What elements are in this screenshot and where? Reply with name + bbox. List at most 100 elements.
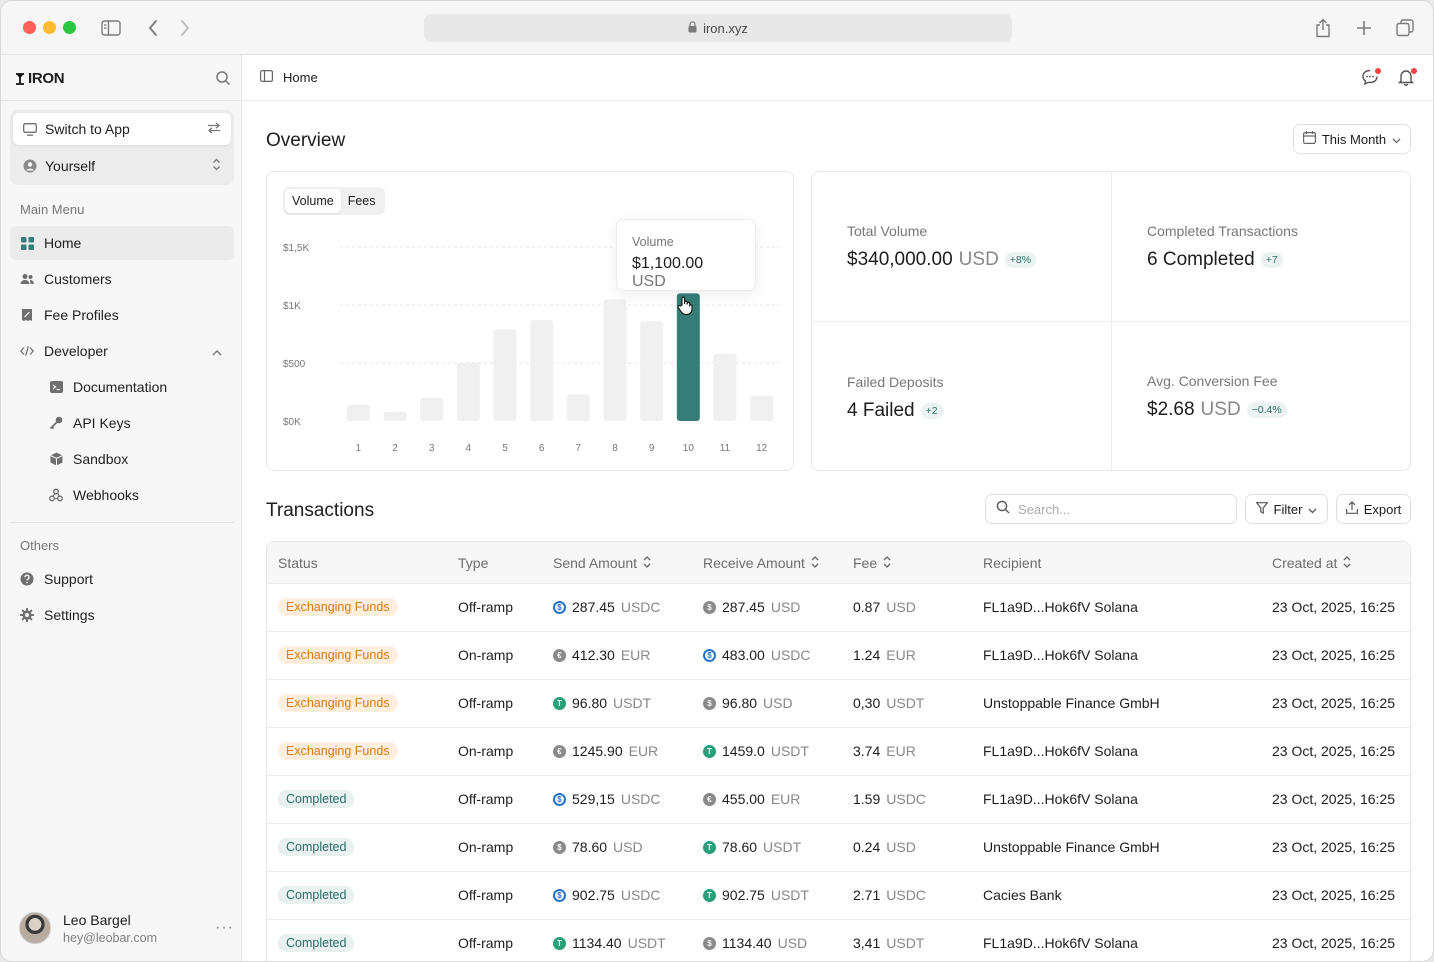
filter-button[interactable]: Filter [1245, 494, 1328, 524]
lock-icon [688, 20, 697, 36]
created-at-cell: 23 Oct, 2025, 16:25 [1272, 647, 1395, 663]
chart-bar[interactable] [456, 363, 480, 421]
volume-chart-card: $0K $500 $1K $1,5K 1 2 3 4 5 6 7 8 9 10 11 12 Volume Fe… [266, 171, 794, 471]
swap-arrows-icon [207, 121, 221, 137]
sidebar-item-fee-profiles[interactable]: Fee Profiles [10, 298, 234, 332]
usdt-coin-icon: T [703, 840, 716, 854]
send-amount-cell: $78.60 USD [553, 839, 643, 855]
brand-logo[interactable]: IRON [15, 70, 65, 87]
sidebar-item-home[interactable]: Home [10, 226, 234, 260]
usdc-coin-icon: $ [553, 888, 566, 902]
chart-bar[interactable] [383, 411, 407, 421]
column-header-recipient[interactable]: Recipient [983, 555, 1041, 571]
sidebar-item-label: Webhooks [73, 487, 139, 503]
sidebar-item-documentation[interactable]: Documentation [39, 370, 234, 404]
created-at-cell: 23 Oct, 2025, 16:25 [1272, 887, 1395, 903]
y-tick-label: $1,5K [283, 243, 309, 254]
sidebar-item-label: Developer [44, 343, 108, 359]
chart-bar[interactable] [640, 321, 664, 421]
sort-icon [1343, 555, 1351, 571]
table-row[interactable]: Exchanging Funds Off-ramp $287.45 USDC $287.… [267, 584, 1410, 632]
chart-bar[interactable] [346, 404, 370, 421]
sidebar-item-settings[interactable]: Settings [10, 598, 234, 632]
chart-bar[interactable] [493, 329, 517, 421]
fee-amount: 0,30 [853, 695, 881, 711]
chevron-down-icon [1308, 502, 1317, 517]
fee-cell: 3.74 EUR [853, 743, 916, 759]
export-button[interactable]: Export [1336, 494, 1411, 524]
chart-metric-toggle: Volume Fees [283, 187, 385, 215]
chart-bar[interactable] [603, 299, 627, 421]
stat-failed-deposits: Failed Deposits 4 Failed +2 [847, 374, 944, 422]
tab-overview-icon[interactable] [1393, 16, 1417, 40]
chart-bar[interactable] [713, 353, 737, 421]
minimize-window-button[interactable] [43, 21, 56, 34]
address-bar[interactable]: iron.xyz [424, 14, 1012, 42]
receive-amount: 455.00 [722, 791, 765, 807]
table-row[interactable]: Completed Off-ramp $529,15 USDC €455.00 EUR 1.… [267, 776, 1410, 824]
column-header-fee[interactable]: Fee [853, 555, 891, 571]
usd-coin-icon: $ [703, 696, 716, 710]
tab-volume[interactable]: Volume [285, 189, 341, 213]
bell-icon[interactable] [1397, 68, 1417, 88]
send-currency: USDT [627, 935, 666, 951]
sidebar-item-developer[interactable]: Developer [10, 334, 234, 368]
close-window-button[interactable] [23, 21, 36, 34]
share-icon[interactable] [1311, 16, 1335, 40]
sidebar-item-api-keys[interactable]: API Keys [39, 406, 234, 440]
workspace-switcher: Switch to App Yourself [10, 110, 234, 185]
sidebar-item-webhooks[interactable]: Webhooks [39, 478, 234, 512]
switch-to-app-button[interactable]: Switch to App [13, 113, 231, 145]
user-profile[interactable]: Leo Bargel hey@leobar.com ··· [19, 910, 234, 946]
created-at-cell: 23 Oct, 2025, 16:25 [1272, 839, 1395, 855]
sidebar-item-support[interactable]: Support [10, 562, 234, 596]
usdt-coin-icon: T [553, 936, 566, 950]
table-row[interactable]: Completed Off-ramp $902.75 USDC T 902.75 USDT 2… [267, 872, 1410, 920]
back-icon[interactable] [141, 16, 165, 40]
usdc-coin-icon: $ [553, 600, 566, 614]
table-row[interactable]: Exchanging Funds On-ramp €1245.90 EUR T 1459.… [267, 728, 1410, 776]
new-tab-icon[interactable] [1352, 16, 1376, 40]
send-currency: USD [613, 839, 643, 855]
search-icon[interactable] [215, 70, 233, 88]
chart-bar[interactable] [530, 320, 554, 421]
table-row[interactable]: Exchanging Funds Off-ramp T 96.80 USDT $96.80… [267, 680, 1410, 728]
filter-label: Filter [1273, 501, 1303, 517]
sidebar-item-label: Sandbox [73, 451, 129, 467]
column-header-receive-amount[interactable]: Receive Amount [703, 555, 819, 571]
sidebar-item-sandbox[interactable]: Sandbox [39, 442, 234, 476]
zoom-window-button[interactable] [63, 21, 76, 34]
column-header-type[interactable]: Type [458, 555, 488, 571]
sidebar-toggle-icon[interactable] [99, 16, 123, 40]
column-header-send-amount[interactable]: Send Amount [553, 555, 651, 571]
receive-currency: USD [770, 599, 801, 615]
chart-bar[interactable] [566, 394, 590, 421]
table-header: Status Type Send Amount Receive Amount F… [267, 542, 1410, 584]
stat-value: $2.68 [1147, 399, 1195, 420]
chat-icon[interactable] [1361, 68, 1381, 88]
column-header-status[interactable]: Status [278, 555, 318, 571]
more-options-icon[interactable]: ··· [215, 919, 234, 937]
send-currency: EUR [628, 743, 659, 759]
sidebar-item-customers[interactable]: Customers [10, 262, 234, 296]
chart-bar[interactable] [750, 395, 774, 421]
usd-coin-icon: $ [553, 840, 566, 854]
period-select[interactable]: This Month [1293, 124, 1411, 154]
fee-amount: 0.24 [853, 839, 881, 855]
fee-currency: USDC [886, 887, 926, 903]
send-amount-cell: T 1134.40 USDT [553, 935, 666, 951]
status-badge: Exchanging Funds [278, 598, 398, 616]
panel-toggle-icon[interactable] [260, 70, 274, 85]
tab-fees[interactable]: Fees [341, 189, 383, 213]
chart-bar[interactable] [420, 397, 444, 421]
search-input[interactable] [1018, 501, 1218, 517]
chevron-updown-icon [212, 158, 221, 174]
forward-icon[interactable] [173, 16, 197, 40]
stat-value: 4 Failed [847, 400, 915, 421]
table-row[interactable]: Completed On-ramp $78.60 USD T 78.60 USDT 0.24 U… [267, 824, 1410, 872]
column-header-created-at[interactable]: Created at [1272, 555, 1351, 571]
table-row[interactable]: Completed Off-ramp T 1134.40 USDT $1134.40 USD… [267, 920, 1410, 961]
table-row[interactable]: Exchanging Funds On-ramp €412.30 EUR $483.00… [267, 632, 1410, 680]
transactions-title: Transactions [266, 500, 375, 521]
account-selector[interactable]: Yourself [13, 150, 231, 182]
